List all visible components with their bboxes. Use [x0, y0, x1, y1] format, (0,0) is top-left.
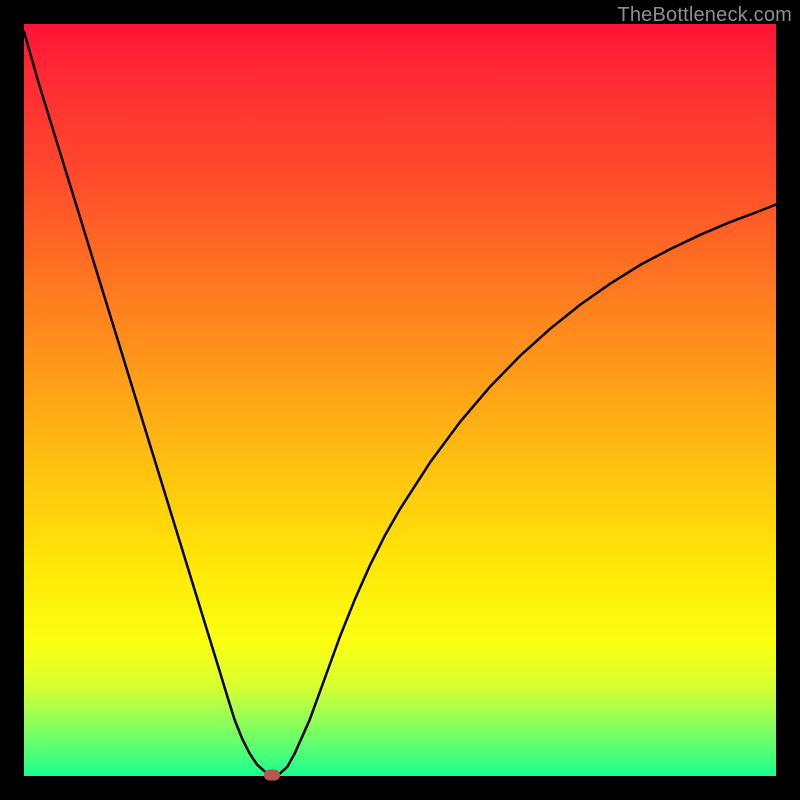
bottleneck-curve	[24, 24, 776, 776]
optimal-point-marker	[264, 770, 280, 781]
chart-stage: TheBottleneck.com	[0, 0, 800, 800]
plot-area	[24, 24, 776, 776]
watermark-text: TheBottleneck.com	[617, 4, 792, 27]
